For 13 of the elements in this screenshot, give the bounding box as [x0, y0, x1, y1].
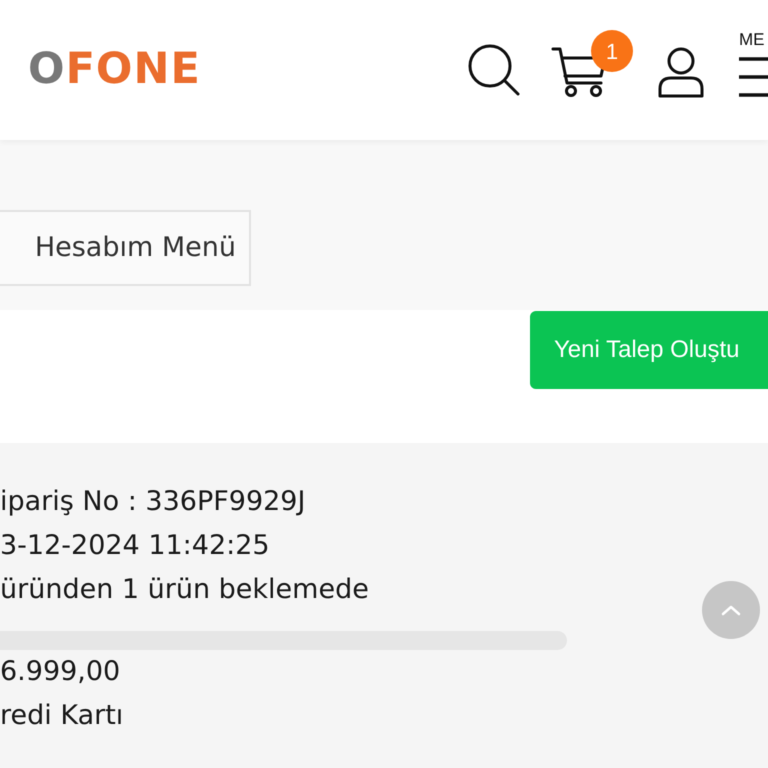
order-date: 3-12-2024 11:42:25 — [0, 529, 270, 563]
chevron-up-icon — [721, 604, 741, 616]
payment-method: redi Kartı — [0, 699, 124, 733]
user-icon[interactable] — [657, 46, 705, 98]
cart-count-badge: 1 — [591, 30, 633, 72]
logo[interactable]: OFONE — [28, 48, 201, 90]
search-icon[interactable] — [468, 44, 520, 96]
order-number: ipariş No : 336PF9929J — [0, 485, 306, 519]
menu-icon[interactable] — [739, 57, 768, 97]
order-total: 6.999,00 — [0, 655, 120, 689]
account-menu-button[interactable]: Hesabım Menü — [0, 210, 251, 286]
order-status: üründen 1 ürün beklemede — [0, 573, 369, 607]
menu-label[interactable]: ME — [739, 30, 768, 50]
